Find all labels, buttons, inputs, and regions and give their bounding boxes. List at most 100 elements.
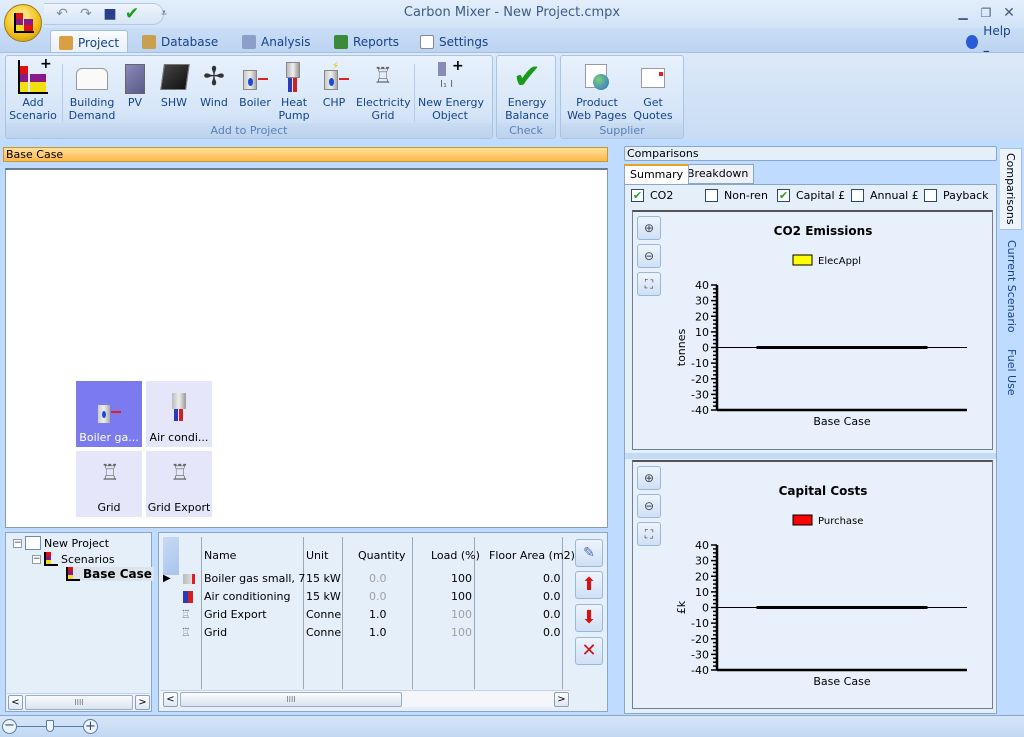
table-row[interactable]: Air conditioning 15 kW 0.0 100 0.0 — [159, 588, 569, 606]
wind-turbine-icon: ✢ — [203, 62, 225, 92]
side-tab-current-scenario[interactable]: Current Scenario — [1000, 236, 1022, 336]
delete-button[interactable]: ✕ — [575, 637, 603, 665]
tile-air-conditioning[interactable]: Air condi... — [146, 381, 212, 447]
tab-summary[interactable]: Summary — [624, 164, 690, 185]
get-quotes-button[interactable]: Get Quotes — [631, 60, 675, 122]
pylon-icon: ♖ — [181, 626, 191, 639]
scroll-thumb[interactable]: IIII — [25, 695, 133, 710]
energy-objects-grid: Name Unit Quantity Load (%) Floor Area (… — [158, 532, 608, 712]
y-tick-label: -40 — [691, 404, 709, 417]
legend-label: Purchase — [818, 516, 863, 527]
zoom-out-slider-button[interactable]: − — [2, 719, 17, 734]
checkbox-co2[interactable]: ✔ CO2 — [631, 189, 673, 202]
y-tick-label: -40 — [691, 664, 709, 677]
zoom-slider-thumb[interactable] — [46, 720, 54, 732]
y-tick-label: 30 — [695, 555, 709, 568]
tab-settings[interactable]: Settings — [412, 30, 496, 54]
table-row[interactable]: ♖ Grid Export Conne 1.0 100 0.0 — [159, 606, 569, 624]
tab-breakdown[interactable]: Breakdown — [681, 164, 755, 184]
new-energy-object-button[interactable]: + I₁ I New Energy Object — [418, 59, 484, 122]
scroll-left-button[interactable]: < — [163, 692, 178, 707]
electricity-grid-button[interactable]: ♖ Electricity Grid — [356, 60, 411, 122]
checkbox-box[interactable]: ✔ — [777, 189, 790, 202]
tree-horizontal-scrollbar[interactable]: < IIII > — [7, 693, 150, 710]
tree-node-scenarios[interactable]: − Scenarios — [32, 552, 115, 566]
plus-icon: + — [85, 719, 96, 734]
chp-button[interactable]: ⚡ CHP — [316, 60, 352, 109]
shw-button[interactable]: SHW — [156, 60, 192, 109]
wind-button[interactable]: ✢ Wind — [196, 60, 232, 109]
splitter[interactable] — [625, 453, 996, 459]
checkbox-capital[interactable]: ✔ Capital £ — [777, 189, 845, 202]
pylon-icon: ♖ — [373, 64, 393, 89]
delete-icon: ✕ — [581, 640, 597, 661]
heat-pump-icon — [278, 60, 310, 94]
tile-grid-export[interactable]: ♖ Grid Export — [146, 451, 212, 517]
tree-node-base-case[interactable]: Base Case — [66, 567, 154, 581]
boiler-button[interactable]: Boiler — [236, 60, 274, 109]
tile-boiler[interactable]: Boiler ga... — [76, 381, 142, 447]
side-tab-comparisons[interactable]: Comparisons — [1000, 148, 1022, 230]
product-web-pages-button[interactable]: Product Web Pages — [565, 60, 629, 122]
y-tick-label: -30 — [691, 648, 709, 661]
scenario-icon — [66, 567, 80, 581]
grid-horizontal-scrollbar[interactable]: < IIII > — [160, 690, 570, 707]
tab-analysis[interactable]: Analysis — [234, 30, 318, 54]
y-axis-label: £k — [675, 600, 688, 614]
scroll-left-button[interactable]: < — [8, 695, 23, 710]
minimize-button[interactable]: ▁ — [952, 4, 974, 22]
zoom-in-slider-button[interactable]: + — [83, 719, 98, 734]
table-row[interactable]: ▶ Boiler gas small, 7 15 kW 0.0 100 0.0 — [159, 570, 569, 588]
table-row[interactable]: ♖ Grid Conne 1.0 100 0.0 — [159, 624, 569, 642]
checkbox-annual[interactable]: Annual £ — [851, 189, 919, 202]
tab-database[interactable]: Database — [134, 30, 226, 54]
checkbox-box[interactable] — [924, 189, 937, 202]
collapse-icon[interactable]: − — [32, 554, 41, 564]
redo-icon: ↷ — [80, 6, 92, 22]
app-menu-button[interactable] — [4, 4, 42, 42]
comparisons-panel: ✔ CO2 Non-ren ✔ Capital £ Annual £ Payback… — [624, 184, 997, 714]
quick-access-toolbar: ↶ ↷ ■ ✔ ⩡ — [44, 3, 167, 25]
arrow-up-icon: ⬆ — [581, 574, 597, 595]
building-demand-button[interactable]: Building Demand — [66, 60, 118, 122]
undo-button[interactable]: ↶ — [52, 5, 72, 23]
move-up-button[interactable]: ⬆ — [575, 571, 603, 599]
heat-pump-button[interactable]: Heat Pump — [276, 60, 312, 122]
check-icon: ✔ — [124, 4, 140, 24]
database-icon — [142, 35, 156, 49]
co2-chart-panel: ⊕ ⊖ ⛶ CO2 Emissions ElecAppl 40 30 20 10 0 -10-… — [632, 210, 993, 450]
checkbox-non-ren[interactable]: Non-ren — [705, 189, 768, 202]
checkbox-box[interactable] — [705, 189, 718, 202]
redo-button[interactable]: ↷ — [76, 5, 96, 23]
edit-button[interactable]: ✎ — [575, 539, 603, 567]
pylon-icon: ♖ — [170, 461, 190, 486]
ribbon-tab-row: Project Database Analysis Reports Settin… — [0, 24, 1024, 60]
save-button[interactable]: ■ — [100, 5, 120, 23]
scenario-canvas[interactable]: Boiler ga... Air condi... ♖ Grid ♖ Grid … — [5, 168, 608, 528]
y-axis-label: tonnes — [675, 328, 688, 366]
add-scenario-button[interactable]: + Add Scenario — [8, 57, 58, 122]
scroll-right-button[interactable]: > — [135, 695, 150, 710]
scroll-thumb[interactable]: IIII — [180, 692, 402, 707]
help-button[interactable]: Help ▾ — [958, 24, 1024, 60]
tab-reports[interactable]: Reports — [326, 30, 407, 54]
side-tab-fuel-use[interactable]: Fuel Use — [1000, 344, 1022, 400]
y-tick-label: 40 — [695, 539, 709, 552]
y-tick-label: 10 — [695, 326, 709, 339]
tab-project[interactable]: Project — [50, 30, 129, 54]
group-check: ✔ Energy Balance Check — [496, 55, 556, 139]
carbon-mixer-logo-icon — [14, 13, 34, 33]
tile-grid[interactable]: ♖ Grid — [76, 451, 142, 517]
customize-qat-button[interactable]: ⩡ — [154, 5, 174, 23]
pv-button[interactable]: PV — [118, 60, 152, 109]
scroll-right-button[interactable]: > — [554, 692, 569, 707]
checkbox-box[interactable] — [851, 189, 864, 202]
energy-balance-button[interactable]: ✔ Energy Balance — [501, 60, 553, 122]
checkbox-payback[interactable]: Payback — [924, 189, 989, 202]
checkmark-icon: ✔ — [512, 57, 542, 97]
collapse-icon[interactable]: − — [13, 538, 22, 548]
tree-node-new-project[interactable]: − New Project — [13, 536, 109, 550]
check-button[interactable]: ✔ — [122, 5, 142, 23]
move-down-button[interactable]: ⬇ — [575, 604, 603, 632]
checkbox-box[interactable]: ✔ — [631, 189, 644, 202]
